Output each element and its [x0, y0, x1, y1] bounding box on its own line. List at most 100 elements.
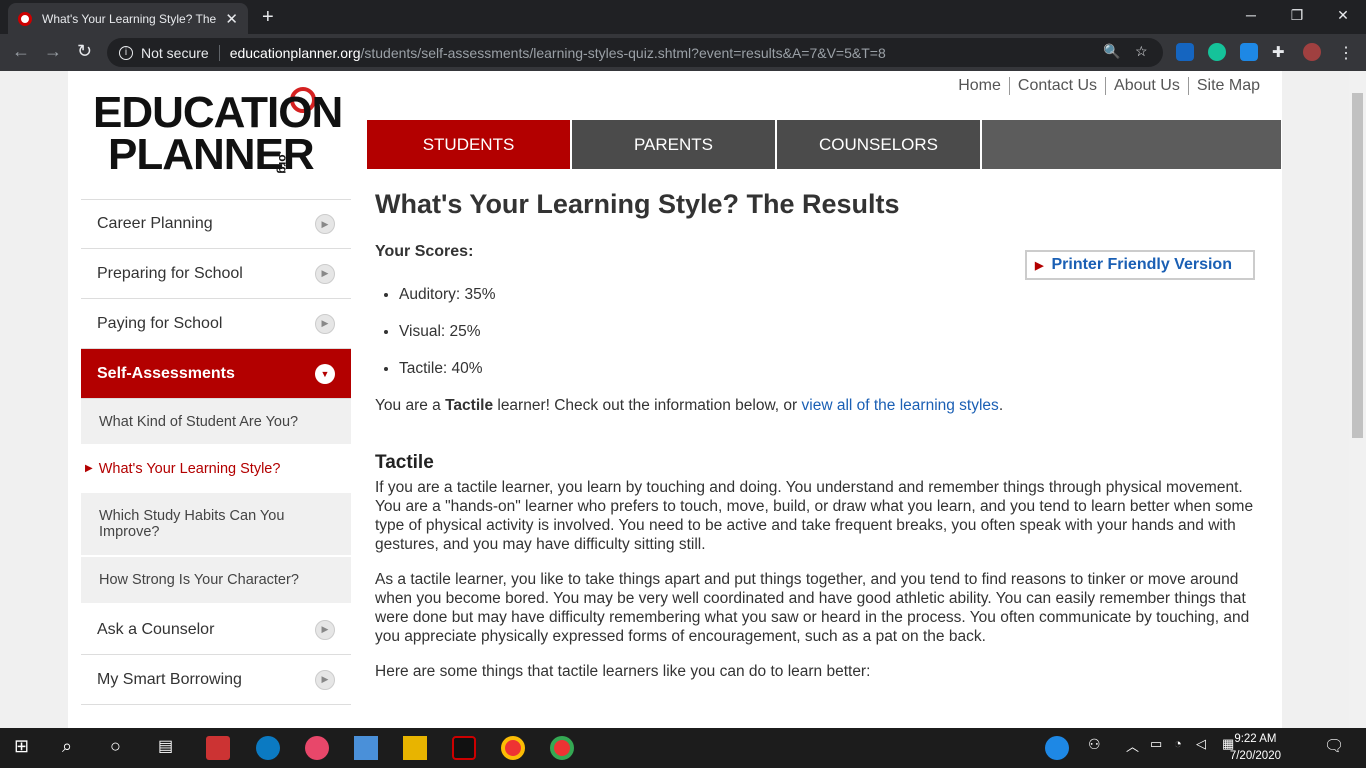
chrome-active-icon[interactable]: [550, 736, 574, 760]
play-arrow-icon: ▶: [315, 669, 335, 690]
url-divider: [218, 44, 220, 61]
browser-tab[interactable]: What's Your Learning Style? The Resu ✕: [8, 3, 248, 34]
profile-avatar[interactable]: [1303, 43, 1321, 61]
sidebar-item-label: Paying for School: [97, 314, 223, 332]
wifi-icon[interactable]: ◔: [1174, 736, 1198, 760]
link-divider: [1105, 77, 1107, 95]
page-title: What's Your Learning Style? The Results: [375, 189, 900, 219]
url-domain: educationplanner.org: [229, 44, 361, 61]
contact-link[interactable]: Contact Us: [1018, 77, 1097, 95]
score-tactile: Tactile: 40%: [399, 359, 1255, 378]
favicon-icon: [18, 11, 32, 26]
clock-time: 9:22 AM: [1234, 733, 1277, 745]
summary-text: You are a Tactile learner! Check out the…: [375, 397, 1004, 414]
logo-line1[interactable]: EDUCATION: [93, 91, 343, 135]
people-icon[interactable]: ⚇: [1088, 736, 1112, 760]
sidebar-item-career-planning[interactable]: Career Planning ▶: [81, 199, 351, 249]
play-arrow-icon: ▶: [315, 214, 335, 234]
cortana-icon[interactable]: ○: [110, 736, 134, 760]
subitem-learning-style[interactable]: What's Your Learning Style?: [81, 446, 351, 493]
sidebar-item-label: Preparing for School: [97, 264, 243, 282]
about-link[interactable]: About Us: [1114, 77, 1180, 95]
sidebar: Career Planning ▶ Preparing for School ▶…: [81, 199, 351, 705]
grammarly-icon[interactable]: [1208, 43, 1226, 61]
sidebar-item-smart-borrowing[interactable]: My Smart Borrowing ▶: [81, 655, 351, 705]
subitem-student-type[interactable]: What Kind of Student Are You?: [81, 399, 351, 446]
home-link[interactable]: Home: [958, 77, 1001, 95]
nav-tab-counselors[interactable]: COUNSELORS: [777, 120, 982, 169]
store-icon[interactable]: [354, 736, 378, 760]
security-label: Not secure: [141, 44, 209, 61]
sidebar-item-ask-counselor[interactable]: Ask a Counselor ▶: [81, 605, 351, 655]
chevron-up-icon[interactable]: ︿: [1126, 736, 1150, 760]
tab-title: What's Your Learning Style? The Resu: [42, 11, 217, 26]
new-tab-button[interactable]: +: [262, 6, 274, 29]
bookmark-star-icon[interactable]: ☆: [1135, 43, 1148, 60]
sidebar-item-label: Self-Assessments: [97, 364, 235, 382]
close-window-icon[interactable]: ✕: [1320, 4, 1366, 26]
back-icon[interactable]: ←: [12, 41, 30, 62]
app-red-icon[interactable]: [452, 736, 476, 760]
address-bar-row: ← → ↻ i Not secure educationplanner.org …: [0, 34, 1366, 71]
extension-j-icon[interactable]: [1176, 43, 1194, 61]
score-auditory: Auditory: 35%: [399, 285, 1255, 304]
clock-date: 7/20/2020: [1229, 750, 1281, 762]
web-page: EDUCATION PLANNER .org Home Contact Us A…: [68, 71, 1282, 728]
sidebar-item-self-assessments[interactable]: Self-Assessments ▼: [81, 349, 351, 399]
windows-start-icon[interactable]: ⊞: [14, 736, 38, 760]
close-tab-icon[interactable]: ✕: [225, 10, 238, 28]
info-icon[interactable]: i: [119, 45, 133, 60]
main-nav: STUDENTS PARENTS COUNSELORS: [367, 120, 1281, 169]
battery-icon[interactable]: ▭: [1150, 736, 1174, 760]
windows-taskbar: ⊞ ⌕ ○ ▤ ⚇ ︿ ▭ ◔ ◁ ▦ 9:22 AM 7/20/2020 🗨: [0, 728, 1366, 768]
sitemap-link[interactable]: Site Map: [1197, 77, 1260, 95]
sidebar-item-label: Ask a Counselor: [97, 620, 215, 638]
subitem-study-habits[interactable]: Which Study Habits Can You Improve?: [81, 493, 351, 557]
extension-drop-icon[interactable]: [1240, 43, 1258, 61]
reload-icon[interactable]: ↻: [77, 41, 92, 62]
minimize-icon[interactable]: ─: [1228, 4, 1274, 26]
play-arrow-icon: ▶: [315, 313, 335, 334]
sidebar-item-preparing[interactable]: Preparing for School ▶: [81, 249, 351, 299]
nav-tab-parents[interactable]: PARENTS: [572, 120, 777, 169]
link-divider: [1008, 77, 1010, 95]
nav-tab-students[interactable]: STUDENTS: [367, 120, 572, 169]
file-explorer-icon[interactable]: [403, 736, 427, 760]
clock[interactable]: 9:22 AM 7/20/2020: [1230, 731, 1281, 765]
link-divider: [1187, 77, 1189, 95]
extensions-puzzle-icon[interactable]: ✚: [1272, 43, 1290, 61]
section-title: Tactile: [375, 452, 434, 473]
help-icon[interactable]: [1045, 736, 1069, 760]
zoom-icon[interactable]: 🔍: [1103, 43, 1120, 60]
edge-icon[interactable]: [256, 736, 280, 760]
play-arrow-icon: ▶: [315, 619, 335, 640]
menu-dots-icon[interactable]: ⋮: [1338, 43, 1356, 62]
forward-icon[interactable]: →: [44, 41, 62, 62]
url-field[interactable]: i Not secure educationplanner.org /stude…: [107, 38, 1163, 67]
chrome-icon[interactable]: [501, 736, 525, 760]
sidebar-item-paying[interactable]: Paying for School ▶: [81, 299, 351, 349]
scrollbar-thumb[interactable]: [1352, 93, 1363, 438]
task-view-icon[interactable]: ▤: [158, 736, 182, 760]
subitem-character[interactable]: How Strong Is Your Character?: [81, 557, 351, 605]
restore-icon[interactable]: ❐: [1274, 4, 1320, 26]
top-links: Home Contact Us About Us Site Map: [958, 77, 1260, 95]
scrollbar[interactable]: [1349, 71, 1366, 728]
search-icon[interactable]: ⌕: [62, 736, 86, 760]
paragraph-3: Here are some things that tactile learne…: [375, 663, 871, 680]
sidebar-item-label: My Smart Borrowing: [97, 670, 242, 688]
paragraph-2: As a tactile learner, you like to take t…: [375, 571, 1250, 645]
logo-suffix: .org: [276, 151, 290, 174]
app-icon[interactable]: [206, 736, 230, 760]
sidebar-item-label: Career Planning: [97, 215, 213, 232]
notifications-icon[interactable]: 🗨: [1324, 736, 1348, 760]
view-all-styles-link[interactable]: view all of the learning styles: [802, 397, 999, 414]
score-visual: Visual: 25%: [399, 322, 1255, 341]
play-arrow-icon: ▶: [315, 263, 335, 284]
browser-tab-strip: What's Your Learning Style? The Resu ✕ +…: [0, 0, 1366, 34]
volume-icon[interactable]: ◁: [1196, 736, 1220, 760]
itunes-icon[interactable]: [305, 736, 329, 760]
main-content: What's Your Learning Style? The Results …: [375, 189, 1255, 691]
chevron-down-icon: ▼: [315, 363, 335, 384]
scores-list: Auditory: 35% Visual: 25% Tactile: 40%: [375, 285, 1255, 378]
